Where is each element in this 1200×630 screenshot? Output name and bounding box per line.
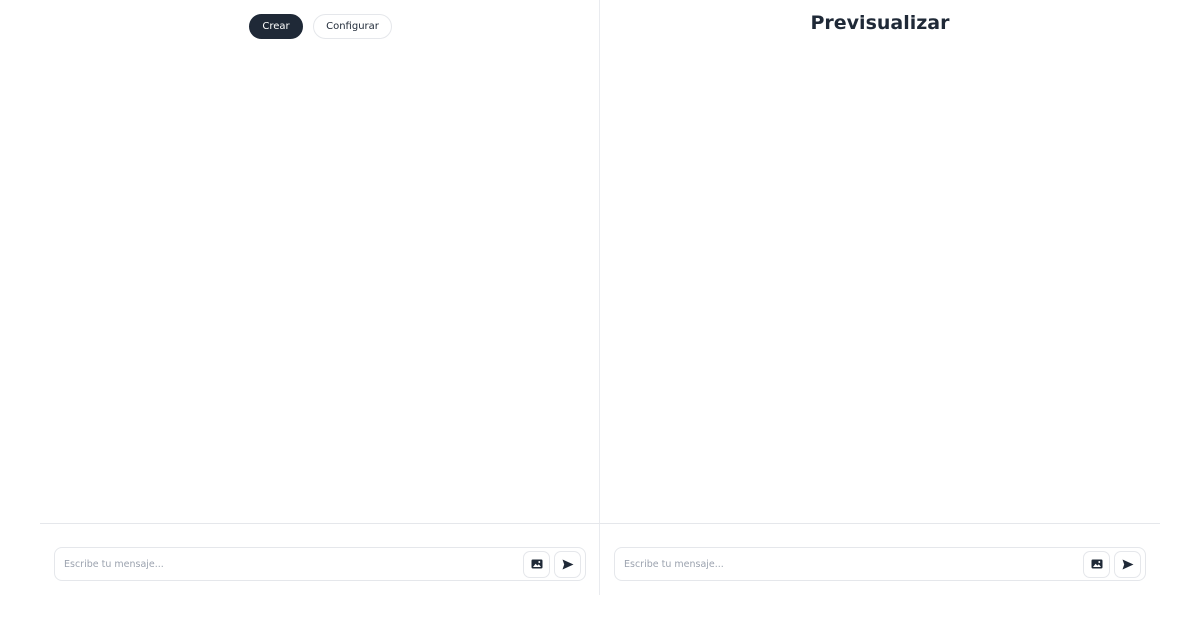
tab-configurar[interactable]: Configurar xyxy=(313,14,392,39)
preview-composer xyxy=(614,547,1146,581)
builder-message-input[interactable] xyxy=(64,558,519,570)
app-root: Crear Configurar Escribe tu mensaje... P… xyxy=(0,0,1200,630)
send-icon xyxy=(1122,559,1134,570)
send-icon xyxy=(562,559,574,570)
image-icon xyxy=(1091,559,1103,569)
preview-attach-image-button[interactable] xyxy=(1083,550,1110,578)
preview-title: Previsualizar xyxy=(810,12,950,34)
image-icon xyxy=(531,559,543,569)
preview-pane: Previsualizar xyxy=(600,0,1160,595)
mode-tabs: Crear Configurar xyxy=(249,14,392,39)
preview-send-button[interactable] xyxy=(1114,550,1141,578)
builder-send-button[interactable] xyxy=(554,550,581,578)
builder-pane: Crear Configurar xyxy=(40,0,599,595)
builder-attach-image-button[interactable] xyxy=(523,550,550,578)
builder-composer xyxy=(54,547,586,581)
preview-message-input[interactable] xyxy=(624,558,1079,570)
tab-crear[interactable]: Crear xyxy=(249,14,303,39)
